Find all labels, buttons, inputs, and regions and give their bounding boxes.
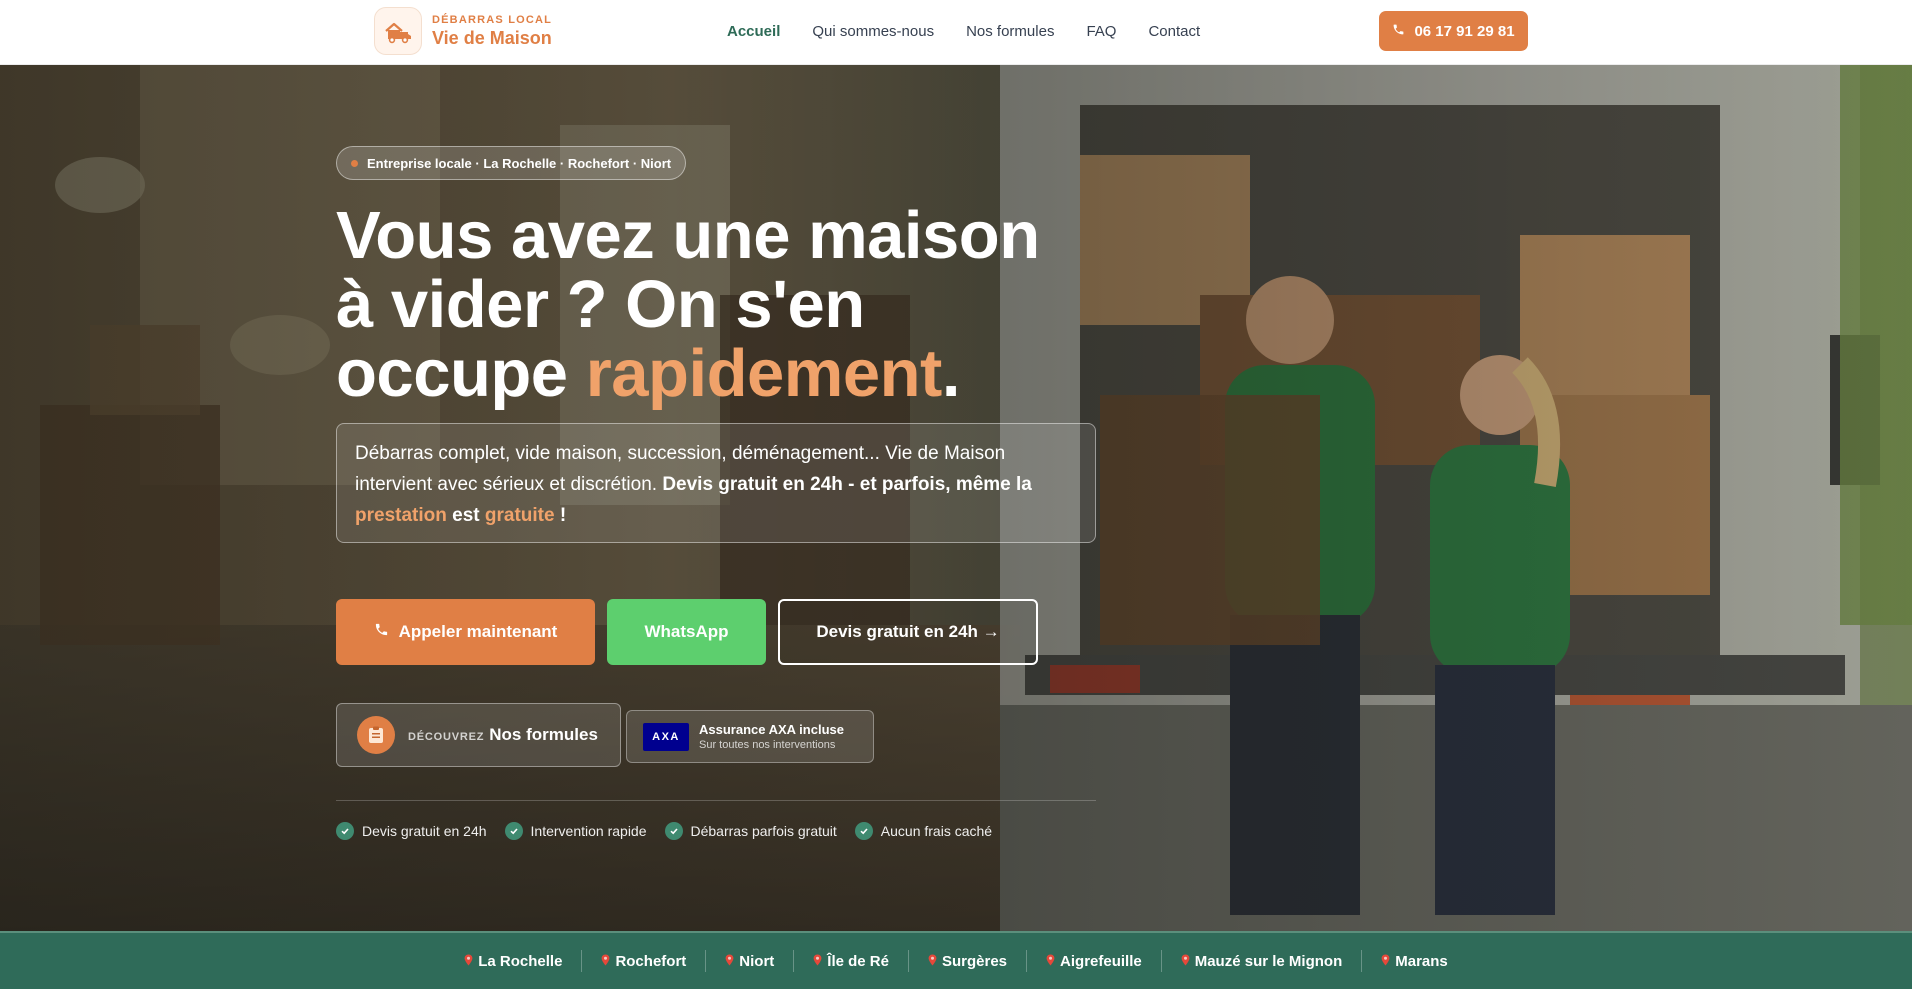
logo[interactable]: DÉBARRAS LOCAL Vie de Maison xyxy=(374,7,552,55)
free-quote-button[interactable]: Devis gratuit en 24h → xyxy=(778,599,1038,665)
nav-link-accueil[interactable]: Accueil xyxy=(727,23,780,40)
formules-kicker: DÉCOUVREZ xyxy=(408,731,485,743)
benefit-label: Intervention rapide xyxy=(530,823,647,839)
city-label: Rochefort xyxy=(615,952,687,970)
hero-title-line1: Vous avez une maison xyxy=(336,198,1040,273)
nav-link-faq[interactable]: FAQ xyxy=(1086,23,1116,40)
benefit-item: Intervention rapide xyxy=(504,822,647,840)
hero-title-line3: occupe xyxy=(336,336,586,411)
benefit-label: Aucun frais caché xyxy=(880,823,993,839)
city-link-ile-de-re[interactable]: Île de Ré xyxy=(794,950,909,972)
call-now-button[interactable]: Appeler maintenant xyxy=(336,599,595,665)
map-pin-icon xyxy=(725,953,734,970)
axa-title: Assurance AXA incluse xyxy=(699,721,844,737)
axa-logo: AXA xyxy=(643,722,689,751)
main-nav: Accueil Qui sommes-nous Nos formules FAQ… xyxy=(727,0,1200,62)
map-pin-icon xyxy=(1381,953,1390,970)
hero-desc-mid: est xyxy=(446,505,485,526)
map-pin-icon xyxy=(601,953,610,970)
hero-desc-accent-prestation: prestation xyxy=(355,505,447,526)
map-pin-icon xyxy=(1046,953,1055,970)
badge-label: Entreprise locale · La Rochelle · Rochef… xyxy=(367,155,672,171)
hero-title-end: . xyxy=(941,336,961,411)
clipboard-icon xyxy=(357,716,395,754)
hero-divider xyxy=(336,800,1096,801)
city-link-niort[interactable]: Niort xyxy=(706,950,795,972)
benefit-label: Débarras parfois gratuit xyxy=(690,823,837,839)
check-icon xyxy=(336,822,354,840)
header-phone-label: 06 17 91 29 81 xyxy=(1414,22,1515,40)
city-link-aigrefeuille[interactable]: Aigrefeuille xyxy=(1027,950,1162,972)
hero-desc-accent-gratuite: gratuite xyxy=(484,505,555,526)
hero-title-line2: à vider ? On s'en xyxy=(336,267,865,342)
hero-title-accent: rapidement xyxy=(585,336,943,411)
header-phone-button[interactable]: 06 17 91 29 81 xyxy=(1379,11,1528,51)
benefit-item: Débarras parfois gratuit xyxy=(664,822,837,840)
city-link-la-rochelle[interactable]: La Rochelle xyxy=(445,950,583,972)
axa-subtitle: Sur toutes nos interventions xyxy=(699,738,836,751)
city-link-rochefort[interactable]: Rochefort xyxy=(582,950,707,972)
site-header: DÉBARRAS LOCAL Vie de Maison Accueil Qui… xyxy=(0,0,1912,65)
city-link-mauze-sur-le-mignon[interactable]: Mauzé sur le Mignon xyxy=(1162,950,1363,972)
house-truck-icon xyxy=(374,7,422,55)
formules-link-card[interactable]: DÉCOUVREZ Nos formules xyxy=(336,703,621,767)
city-label: Île de Ré xyxy=(827,952,889,970)
logo-kicker: DÉBARRAS LOCAL xyxy=(432,14,553,26)
nav-link-nos-formules[interactable]: Nos formules xyxy=(966,23,1054,40)
location-badge: Entreprise locale · La Rochelle · Rochef… xyxy=(336,146,687,180)
city-label: La Rochelle xyxy=(478,952,563,970)
formules-label: Nos formules xyxy=(489,725,598,744)
map-pin-icon xyxy=(1181,953,1190,970)
city-link-surgeres[interactable]: Surgères xyxy=(909,950,1028,972)
city-label: Marans xyxy=(1395,952,1448,970)
call-now-label: Appeler maintenant xyxy=(398,622,558,641)
service-area-strip: La Rochelle Rochefort Niort Île de Ré Su… xyxy=(0,931,1912,989)
map-pin-icon xyxy=(928,953,937,970)
city-link-marans[interactable]: Marans xyxy=(1362,950,1467,972)
check-icon xyxy=(854,822,873,840)
phone-icon xyxy=(374,622,389,642)
city-label: Mauzé sur le Mignon xyxy=(1194,952,1343,970)
phone-icon xyxy=(1392,23,1405,40)
hero-desc-bold: Devis gratuit en 24h - et parfois, même … xyxy=(662,474,1032,495)
nav-link-qui-sommes-nous[interactable]: Qui sommes-nous xyxy=(812,23,934,40)
whatsapp-label: WhatsApp xyxy=(644,622,729,641)
hero-title: Vous avez une maison à vider ? On s'en o… xyxy=(336,201,1116,408)
city-label: Aigrefeuille xyxy=(1060,952,1142,970)
hero-description: Débarras complet, vide maison, successio… xyxy=(336,423,1096,543)
free-quote-label: Devis gratuit en 24h → xyxy=(816,622,1000,641)
axa-insurance-card: AXA Assurance AXA incluse Sur toutes nos… xyxy=(626,710,874,763)
city-label: Surgères xyxy=(941,952,1008,970)
map-pin-icon xyxy=(464,953,473,970)
badge-dot-icon xyxy=(351,159,358,167)
city-label: Niort xyxy=(739,952,775,970)
benefit-item: Aucun frais caché xyxy=(854,822,993,840)
hero-section: Entreprise locale · La Rochelle · Rochef… xyxy=(0,65,1912,931)
whatsapp-button[interactable]: WhatsApp xyxy=(607,599,766,665)
map-pin-icon xyxy=(813,953,822,970)
hero-desc-end: ! xyxy=(554,505,567,526)
benefit-label: Devis gratuit en 24h xyxy=(362,823,487,839)
check-icon xyxy=(504,822,523,840)
nav-link-contact[interactable]: Contact xyxy=(1148,23,1200,40)
benefits-list: Devis gratuit en 24h Intervention rapide… xyxy=(336,822,992,840)
benefit-item: Devis gratuit en 24h xyxy=(336,822,487,840)
logo-name: Vie de Maison xyxy=(432,28,552,48)
check-icon xyxy=(664,822,683,840)
